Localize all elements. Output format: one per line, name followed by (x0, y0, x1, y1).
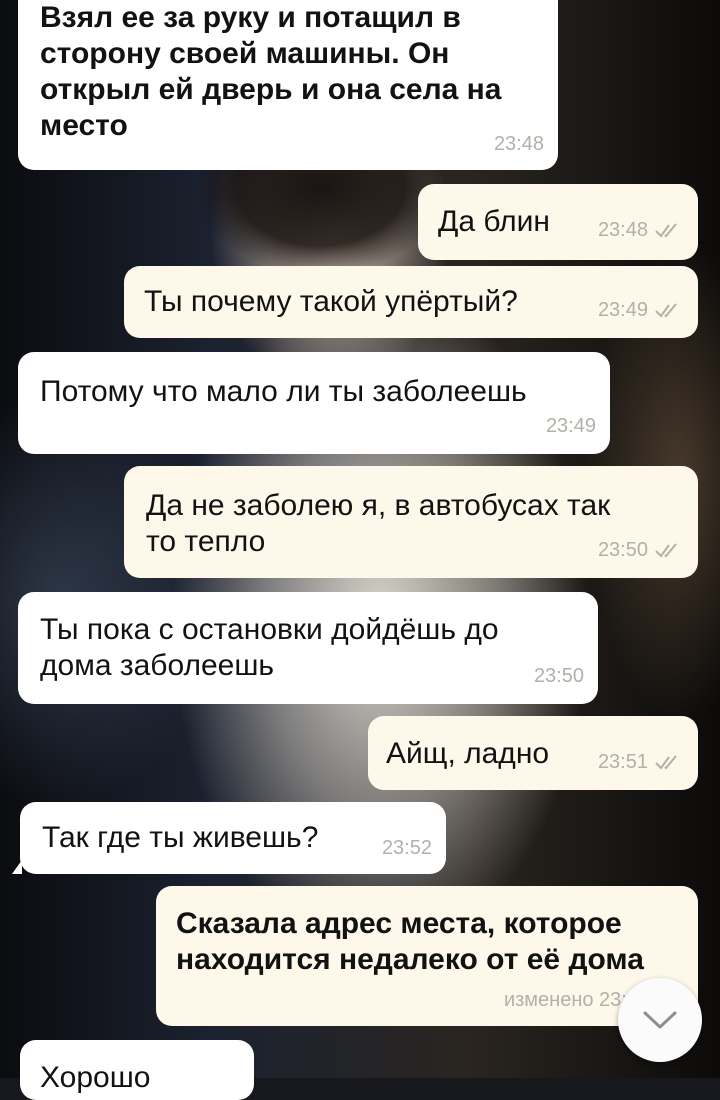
message-incoming[interactable]: Потому что мало ли ты заболеешь 23:49 (18, 352, 610, 454)
message-meta: 23:50 (598, 532, 684, 568)
message-incoming[interactable]: Так где ты живешь? 23:52 (12, 802, 446, 874)
message-text: Так где ты живешь? (42, 821, 319, 854)
message-time: 23:50 (533, 665, 584, 687)
message-text: Взял ее за руку и потащил в сторону свое… (40, 1, 502, 142)
message-text: Ты почему такой упёртый? (144, 285, 518, 318)
message-meta: 23:51 (598, 744, 684, 780)
chevron-down-icon (643, 1011, 677, 1029)
message-time: 23:52 (381, 837, 432, 859)
double-check-icon (655, 543, 677, 558)
message-incoming[interactable]: Хорошо (20, 1040, 254, 1100)
message-outgoing[interactable]: Да блин 23:48 (418, 184, 698, 260)
double-check-icon (655, 755, 677, 770)
message-outgoing[interactable]: Ты почему такой упёртый? 23:49 (124, 266, 698, 338)
bubble-tail (12, 860, 22, 874)
message-time: 23:49 (545, 415, 596, 437)
message-text: Ты пока с остановки дойдёшь до дома забо… (40, 613, 499, 682)
message-outgoing[interactable]: Сказала адрес места, которое находится н… (156, 886, 698, 1026)
double-check-icon (655, 303, 677, 318)
message-text: Сказала адрес места, которое находится н… (176, 907, 644, 976)
message-incoming[interactable]: Ты пока с остановки дойдёшь до дома забо… (18, 592, 598, 704)
message-outgoing[interactable]: Айщ, ладно 23:51 (368, 716, 698, 790)
message-text: Да не заболею я, в автобусах так то тепл… (146, 489, 611, 558)
message-time: 23:50 (597, 539, 648, 561)
message-outgoing[interactable]: Да не заболею я, в автобусах так то тепл… (124, 466, 698, 578)
double-check-icon (655, 223, 677, 238)
message-time: 23:48 (597, 219, 648, 241)
message-time: 23:51 (597, 751, 648, 773)
message-text: Да блин (438, 205, 551, 238)
message-list[interactable]: Взял ее за руку и потащил в сторону свое… (0, 0, 720, 1100)
message-time: 23:49 (597, 299, 648, 321)
message-meta: 23:48 (598, 212, 684, 248)
message-text: Потому что мало ли ты заболеешь (40, 375, 527, 408)
message-text: Айщ, ладно (386, 737, 550, 770)
message-meta: 23:49 (598, 292, 684, 328)
message-text: Хорошо (40, 1061, 151, 1094)
message-incoming[interactable]: Взял ее за руку и потащил в сторону свое… (18, 0, 558, 170)
message-time: 23:48 (493, 133, 544, 155)
scroll-to-bottom-button[interactable] (618, 978, 702, 1062)
